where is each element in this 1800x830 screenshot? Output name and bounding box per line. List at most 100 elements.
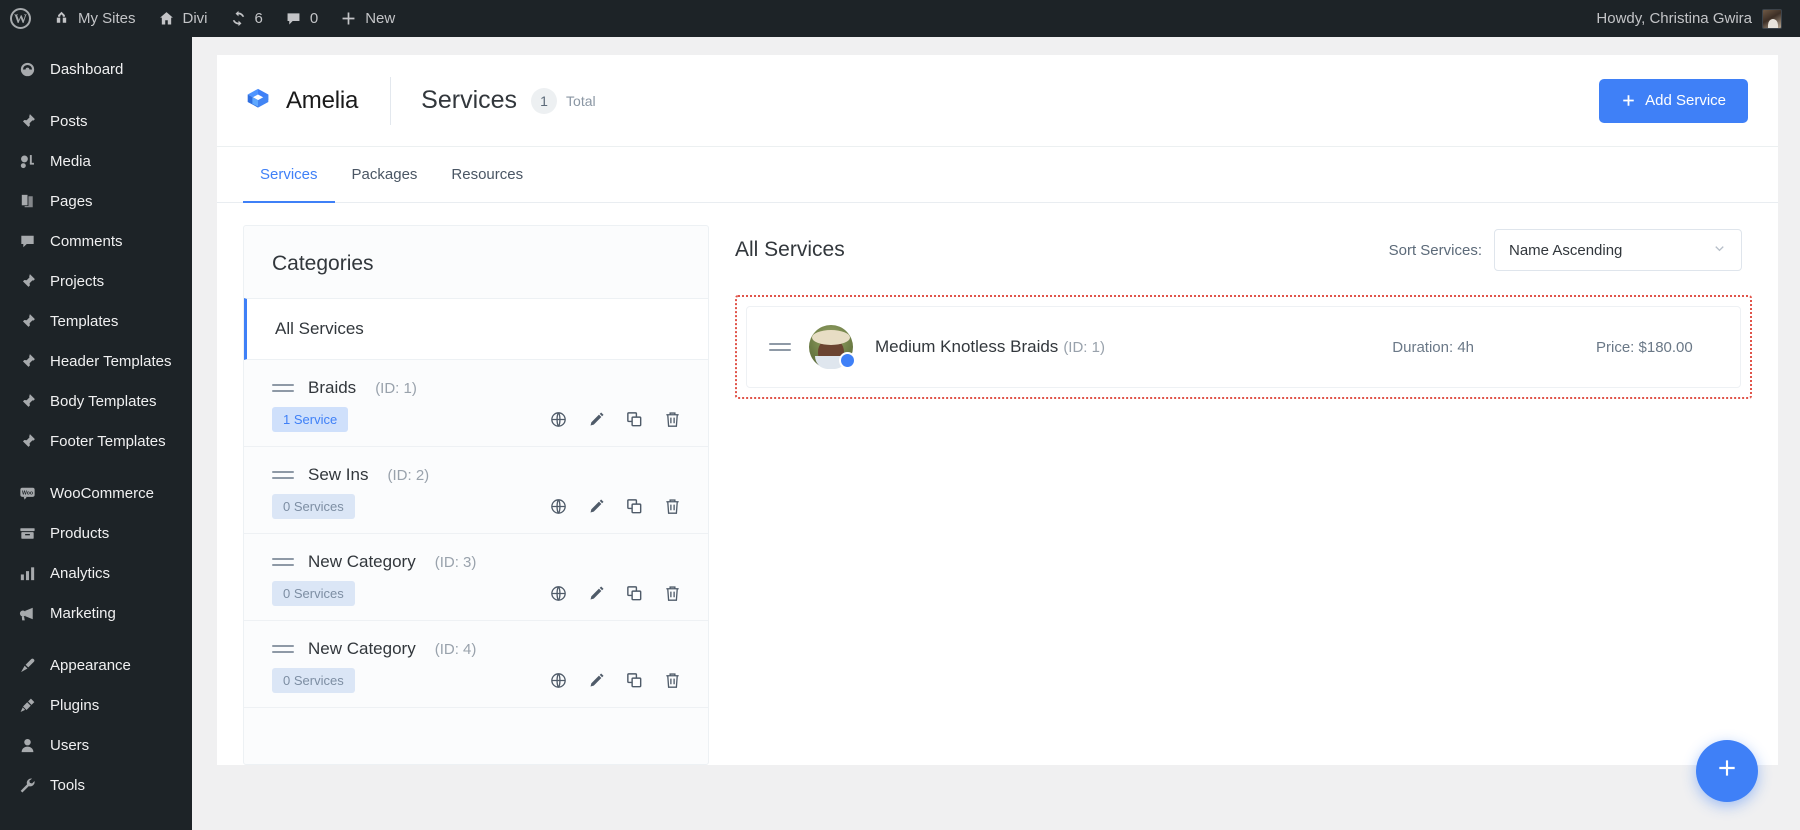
- tab-packages[interactable]: Packages: [335, 147, 435, 203]
- adminbar-comments[interactable]: 0: [274, 0, 329, 37]
- sidebar-divider: [0, 461, 192, 473]
- pin-icon: [16, 392, 38, 411]
- main-content: Amelia Services 1 Total Add Service Serv…: [192, 37, 1800, 830]
- sidebar-item-projects[interactable]: Projects: [0, 261, 192, 301]
- sidebar-item-label: Marketing: [50, 605, 116, 622]
- services-header: All Services Sort Services: Name Ascendi…: [735, 225, 1752, 271]
- services-count-suffix: Total: [566, 93, 596, 109]
- wp-admin-sidebar: Dashboard Posts Media Pages: [0, 37, 192, 830]
- wp-admin-bar: W My Sites Divi 6: [0, 0, 1800, 37]
- adminbar-my-sites[interactable]: My Sites: [42, 0, 147, 37]
- service-id: (ID: 1): [1063, 339, 1105, 356]
- drag-handle-icon[interactable]: [272, 558, 294, 566]
- tab-resources[interactable]: Resources: [434, 147, 540, 203]
- sort-services-select[interactable]: Name Ascending: [1494, 229, 1742, 271]
- tab-services[interactable]: Services: [243, 147, 335, 203]
- pencil-icon[interactable]: [587, 584, 606, 603]
- service-price: Price: $180.00: [1596, 339, 1714, 356]
- sidebar-item-woocommerce[interactable]: Woo WooCommerce: [0, 473, 192, 513]
- sidebar-item-plugins[interactable]: Plugins: [0, 685, 192, 725]
- sidebar-item-dashboard[interactable]: Dashboard: [0, 49, 192, 89]
- sidebar-item-posts[interactable]: Posts: [0, 101, 192, 141]
- category-id: (ID: 2): [387, 467, 429, 484]
- amelia-brand[interactable]: Amelia: [243, 86, 358, 116]
- sidebar-item-appearance[interactable]: Appearance: [0, 645, 192, 685]
- tab-label: Packages: [352, 166, 418, 183]
- floating-add-button[interactable]: [1696, 740, 1758, 802]
- sidebar-item-pages[interactable]: Pages: [0, 181, 192, 221]
- duplicate-icon[interactable]: [625, 584, 644, 603]
- duplicate-icon[interactable]: [625, 497, 644, 516]
- wrench-icon: [16, 776, 38, 795]
- adminbar-account[interactable]: Howdy, Christina Gwira: [1596, 9, 1800, 29]
- sidebar-item-label: Tools: [50, 777, 85, 794]
- category-actions: [549, 497, 682, 516]
- category-name: New Category: [308, 552, 416, 572]
- category-row-top: Sew Ins (ID: 2): [272, 465, 682, 485]
- category-row[interactable]: Braids (ID: 1) 1 Service: [244, 360, 708, 447]
- category-item-all-services[interactable]: All Services: [244, 298, 708, 360]
- updates-icon: [230, 10, 247, 27]
- category-row[interactable]: Sew Ins (ID: 2) 0 Services: [244, 447, 708, 534]
- sidebar-item-body-templates[interactable]: Body Templates: [0, 381, 192, 421]
- add-service-button[interactable]: Add Service: [1599, 79, 1748, 123]
- pin-icon: [16, 432, 38, 451]
- sidebar-item-label: Media: [50, 153, 91, 170]
- adminbar-comments-count: 0: [310, 10, 318, 27]
- sort-services-label: Sort Services:: [1389, 242, 1482, 259]
- pencil-icon[interactable]: [587, 497, 606, 516]
- home-icon: [158, 10, 175, 27]
- sidebar-item-templates[interactable]: Templates: [0, 301, 192, 341]
- trash-icon[interactable]: [663, 410, 682, 429]
- pencil-icon[interactable]: [587, 410, 606, 429]
- pencil-icon[interactable]: [587, 671, 606, 690]
- globe-icon[interactable]: [549, 584, 568, 603]
- drag-handle-icon[interactable]: [272, 645, 294, 653]
- duplicate-icon[interactable]: [625, 410, 644, 429]
- plus-icon: [340, 10, 357, 27]
- sidebar-item-comments[interactable]: Comments: [0, 221, 192, 261]
- service-row[interactable]: Medium Knotless Braids (ID: 1) Duration:…: [746, 306, 1741, 388]
- trash-icon[interactable]: [663, 497, 682, 516]
- service-avatar: [809, 325, 853, 369]
- service-status-dot: [839, 352, 856, 369]
- add-service-label: Add Service: [1645, 92, 1726, 109]
- drag-handle-icon[interactable]: [272, 384, 294, 392]
- adminbar-updates[interactable]: 6: [219, 0, 274, 37]
- amelia-tabs: Services Packages Resources: [217, 147, 1778, 203]
- adminbar-wp-logo[interactable]: W: [0, 0, 42, 37]
- drag-handle-icon[interactable]: [272, 471, 294, 479]
- sidebar-item-users[interactable]: Users: [0, 725, 192, 765]
- sidebar-item-analytics[interactable]: Analytics: [0, 553, 192, 593]
- globe-icon[interactable]: [549, 410, 568, 429]
- adminbar-site-label: Divi: [183, 10, 208, 27]
- drag-handle-icon[interactable]: [769, 343, 791, 351]
- sidebar-item-footer-templates[interactable]: Footer Templates: [0, 421, 192, 461]
- category-service-count-badge: 1 Service: [272, 407, 348, 432]
- sidebar-divider: [0, 633, 192, 645]
- adminbar-site-divi[interactable]: Divi: [147, 0, 219, 37]
- category-name: New Category: [308, 639, 416, 659]
- plus-icon: [1621, 93, 1636, 108]
- sidebar-item-label: Posts: [50, 113, 88, 130]
- adminbar-new[interactable]: New: [329, 0, 406, 37]
- globe-icon[interactable]: [549, 671, 568, 690]
- globe-icon[interactable]: [549, 497, 568, 516]
- service-name: Medium Knotless Braids: [875, 337, 1058, 357]
- duplicate-icon[interactable]: [625, 671, 644, 690]
- sidebar-item-label: Products: [50, 525, 109, 542]
- sort-services-value: Name Ascending: [1509, 242, 1622, 259]
- category-row[interactable]: New Category (ID: 4) 0 Services: [244, 621, 708, 708]
- category-row[interactable]: New Category (ID: 3) 0 Services: [244, 534, 708, 621]
- trash-icon[interactable]: [663, 671, 682, 690]
- trash-icon[interactable]: [663, 584, 682, 603]
- media-icon: [16, 152, 38, 171]
- sidebar-item-header-templates[interactable]: Header Templates: [0, 341, 192, 381]
- sidebar-item-label: Comments: [50, 233, 123, 250]
- sidebar-item-marketing[interactable]: Marketing: [0, 593, 192, 633]
- sidebar-item-tools[interactable]: Tools: [0, 765, 192, 805]
- sidebar-item-products[interactable]: Products: [0, 513, 192, 553]
- plus-icon: [1715, 754, 1739, 788]
- sidebar-item-media[interactable]: Media: [0, 141, 192, 181]
- tab-label: Resources: [451, 166, 523, 183]
